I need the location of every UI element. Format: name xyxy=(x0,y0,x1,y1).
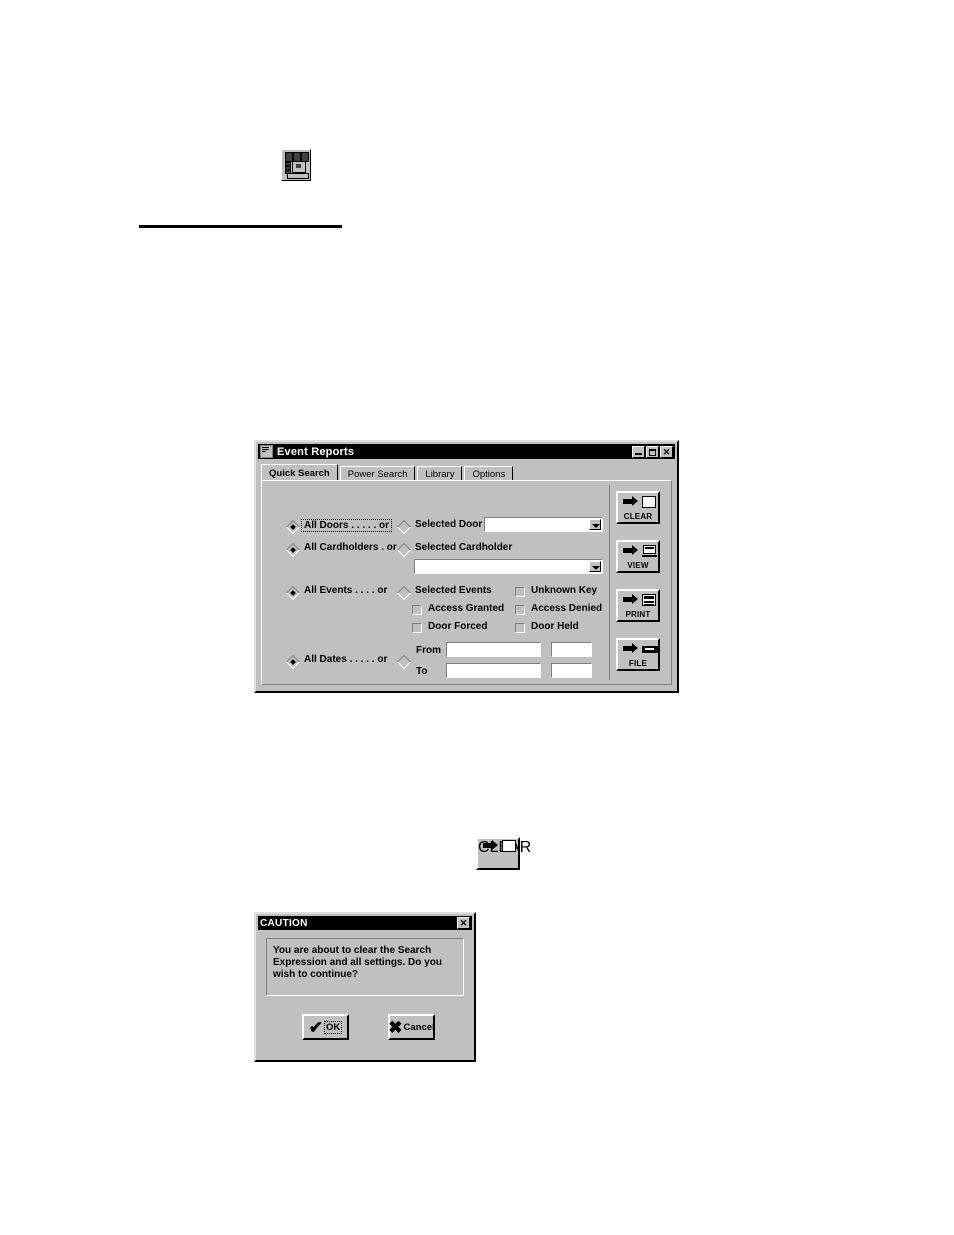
label-selected-door: Selected Door xyxy=(415,519,483,530)
toolbar-icon-monitor xyxy=(292,161,306,173)
from-time-input[interactable] xyxy=(551,642,592,657)
event-reports-titlebar: Event Reports ✕ xyxy=(258,444,675,459)
maximize-button[interactable] xyxy=(646,445,659,458)
label-selected-cardholder: Selected Cardholder xyxy=(415,542,513,553)
ok-button[interactable]: ✔ OK xyxy=(302,1014,349,1040)
caution-message: You are about to clear the Search Expres… xyxy=(273,945,442,980)
cross-icon: ✖ xyxy=(388,1017,403,1037)
tab-quick-search[interactable]: Quick Search xyxy=(261,464,338,481)
minimize-button[interactable] xyxy=(632,445,645,458)
radio-all-dates[interactable] xyxy=(285,654,301,670)
checkmark-icon: ✔ xyxy=(308,1017,323,1037)
print-button[interactable]: PRINT xyxy=(616,589,660,622)
clear-button-label: CLEAR xyxy=(623,512,653,521)
label-unknown-key: Unknown Key xyxy=(531,585,598,596)
radio-all-cardholders[interactable] xyxy=(285,542,301,558)
event-reports-title: Event Reports xyxy=(277,445,355,458)
event-reports-toolbar-icon[interactable] xyxy=(281,149,311,181)
action-button-column: CLEAR VIEW PRINT FILE xyxy=(609,485,668,680)
radio-all-events[interactable] xyxy=(285,585,301,601)
window-controls: ✕ xyxy=(632,445,673,458)
search-criteria-form: All Doors . . . . . or Selected Door All… xyxy=(266,485,603,680)
label-selected-events: Selected Events xyxy=(415,585,492,596)
event-reports-window: Event Reports ✕ Quick Search Power Searc… xyxy=(254,440,679,693)
caution-dialog: CAUTION ✕ You are about to clear the Sea… xyxy=(254,912,476,1062)
arrow-to-monitor-icon xyxy=(618,544,658,559)
view-button-label: VIEW xyxy=(627,561,649,570)
tab-power-search[interactable]: Power Search xyxy=(339,466,416,481)
to-date-input[interactable] xyxy=(446,663,541,678)
label-access-granted: Access Granted xyxy=(428,603,505,614)
caution-titlebar: CAUTION ✕ xyxy=(258,916,472,930)
chevron-down-icon[interactable] xyxy=(589,561,601,572)
label-all-events: All Events . . . . or xyxy=(304,585,388,596)
tab-options[interactable]: Options xyxy=(464,466,514,481)
view-button[interactable]: VIEW xyxy=(616,540,660,573)
tab-library[interactable]: Library xyxy=(417,466,463,481)
caution-title: CAUTION xyxy=(260,917,308,929)
horizontal-rule xyxy=(139,225,342,228)
radio-selected-cardholder[interactable] xyxy=(396,542,412,558)
print-button-label: PRINT xyxy=(625,610,651,619)
checkbox-access-denied[interactable] xyxy=(515,605,525,615)
to-time-input[interactable] xyxy=(551,663,592,678)
file-button-label: FILE xyxy=(628,659,648,668)
clear-button-figure[interactable]: CLEAR xyxy=(476,837,531,870)
label-to: To xyxy=(416,666,428,677)
label-from: From xyxy=(416,645,441,656)
caution-close-button[interactable]: ✕ xyxy=(457,917,470,929)
ok-button-label: OK xyxy=(324,1020,343,1034)
arrow-to-document-icon xyxy=(618,593,658,608)
checkbox-access-granted[interactable] xyxy=(412,605,422,615)
label-all-dates: All Dates . . . . . or xyxy=(304,654,388,665)
arrow-to-disk-icon xyxy=(618,642,658,657)
label-all-doors: All Doors . . . . . or xyxy=(301,519,393,532)
label-all-cardholders: All Cardholders . or xyxy=(304,542,397,553)
selected-door-combo[interactable] xyxy=(484,517,603,532)
clear-button[interactable]: CLEAR xyxy=(616,491,660,524)
from-date-input[interactable] xyxy=(446,642,541,657)
selected-cardholder-combo[interactable] xyxy=(414,559,603,574)
label-access-denied: Access Denied xyxy=(531,603,603,614)
cancel-button[interactable]: ✖ Cancel xyxy=(388,1014,435,1040)
radio-all-doors[interactable] xyxy=(285,519,301,535)
checkbox-door-held[interactable] xyxy=(515,623,525,633)
caution-message-box: You are about to clear the Search Expres… xyxy=(266,938,464,996)
checkbox-unknown-key[interactable] xyxy=(515,587,525,597)
tabstrip: Quick Search Power Search Library Option… xyxy=(261,464,515,481)
file-button[interactable]: FILE xyxy=(616,638,660,671)
quick-search-panel: All Doors . . . . . or Selected Door All… xyxy=(261,480,672,685)
toolbar-icon-keyboard xyxy=(287,173,309,179)
checkbox-door-forced[interactable] xyxy=(412,623,422,633)
close-button[interactable]: ✕ xyxy=(660,445,673,458)
arrow-to-blank-page-icon xyxy=(618,495,658,510)
radio-date-range[interactable] xyxy=(396,654,412,670)
label-door-forced: Door Forced xyxy=(428,621,488,632)
label-door-held: Door Held xyxy=(531,621,579,632)
radio-selected-events[interactable] xyxy=(396,585,412,601)
chevron-down-icon[interactable] xyxy=(589,519,601,530)
toolbar-icon-art xyxy=(284,152,309,179)
radio-selected-door[interactable] xyxy=(396,519,412,535)
application-icon[interactable] xyxy=(260,445,273,458)
cancel-button-label: Cancel xyxy=(403,1021,435,1033)
